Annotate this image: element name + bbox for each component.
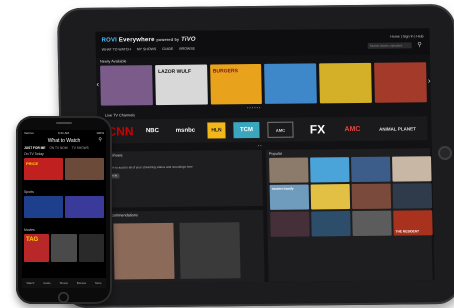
section-label: On TV Today bbox=[24, 152, 44, 156]
search-icon[interactable]: ⚲ bbox=[417, 41, 422, 48]
newly-available-row: LAZOR WULF BURGERS bbox=[100, 62, 427, 106]
battery-label: 100% bbox=[96, 131, 104, 135]
channel-logo[interactable]: msnbc bbox=[171, 123, 199, 139]
popular-grid: modern family THE RESIDENT bbox=[269, 156, 433, 237]
live-tv-label: Live TV Channels bbox=[105, 113, 136, 118]
channel-logo[interactable]: AMC bbox=[337, 121, 367, 137]
content-tile[interactable] bbox=[65, 158, 104, 180]
recommendations-panel: Recommendations bbox=[103, 209, 265, 284]
poster-tile[interactable]: BURGERS bbox=[209, 63, 263, 105]
poster-tile[interactable] bbox=[264, 63, 318, 104]
content-tile[interactable] bbox=[51, 234, 77, 262]
app-logo[interactable]: ROVI Everywhere powered by TiVO bbox=[101, 37, 195, 44]
content-tile[interactable] bbox=[78, 234, 104, 262]
poster-tile[interactable] bbox=[100, 65, 153, 106]
carrier-label: Verizon bbox=[24, 131, 35, 135]
logo-powered: powered by bbox=[156, 36, 180, 43]
nav-what-to-watch[interactable]: WHAT TO WATCH bbox=[102, 47, 131, 51]
content-tile[interactable] bbox=[65, 196, 104, 218]
my-shows-text: Sign in to access all of your streaming … bbox=[105, 164, 193, 170]
tabbar-item[interactable]: Watch bbox=[26, 281, 34, 285]
tab-just-for-me[interactable]: JUST FOR ME bbox=[24, 146, 45, 150]
carousel-dots: •••••• bbox=[246, 104, 262, 111]
poster-tile[interactable] bbox=[319, 62, 373, 104]
content-tile[interactable]: PRICE bbox=[24, 158, 63, 180]
tabbar-item[interactable]: Browse bbox=[77, 281, 86, 285]
content-row: TAG bbox=[24, 234, 104, 262]
speaker-grille bbox=[56, 122, 72, 124]
content-row bbox=[24, 196, 104, 218]
channel-logo[interactable]: FX bbox=[305, 121, 329, 137]
tablet-home-button[interactable] bbox=[437, 145, 453, 161]
content-tile[interactable]: TAG bbox=[24, 234, 50, 262]
popular-tile[interactable] bbox=[351, 183, 392, 210]
phone-screen: Verizon 9:41 AM 100% What to Watch ⚲ JUS… bbox=[22, 130, 106, 288]
logo-brand: ROVI bbox=[101, 37, 118, 44]
prev-arrow-icon[interactable]: ‹ bbox=[96, 80, 99, 89]
tabbar-item[interactable]: More bbox=[95, 281, 101, 285]
tab-tv-shows[interactable]: TV SHOWS bbox=[72, 146, 89, 150]
phone-page-title: What to Watch bbox=[47, 138, 81, 144]
popular-tile[interactable] bbox=[310, 157, 350, 183]
tabbar-item[interactable]: Shows bbox=[60, 281, 68, 285]
main-nav: WHAT TO WATCH MY SHOWS GUIDE BROWSE bbox=[102, 47, 195, 52]
popular-tile[interactable] bbox=[310, 184, 351, 210]
channel-logo[interactable]: HLN bbox=[207, 122, 226, 139]
clock-label: 9:41 AM bbox=[58, 131, 70, 135]
content-row: PRICE bbox=[24, 158, 104, 180]
channel-dots: •• bbox=[257, 142, 263, 149]
popular-tile[interactable] bbox=[352, 210, 392, 237]
phone-tab-bar: Watch Guide Shows Browse More bbox=[22, 278, 106, 288]
next-arrow-icon[interactable]: › bbox=[428, 76, 431, 85]
section-label: Sports bbox=[24, 190, 34, 194]
section-label: Movies bbox=[24, 228, 35, 232]
content-tile[interactable] bbox=[24, 196, 63, 218]
tablet-screen: ROVI Everywhere powered by TiVO Home | S… bbox=[95, 28, 435, 284]
phone-tabs: JUST FOR ME ON TV NOW TV SHOWS bbox=[24, 146, 89, 150]
popular-tile[interactable]: modern family bbox=[269, 184, 310, 210]
channel-logo[interactable]: TCM bbox=[233, 121, 260, 139]
nav-browse[interactable]: BROWSE bbox=[179, 47, 195, 51]
nav-guide[interactable]: GUIDE bbox=[162, 47, 173, 51]
logo-tivo: TiVO bbox=[180, 36, 196, 43]
recommendation-tile[interactable] bbox=[179, 222, 241, 279]
status-bar: Verizon 9:41 AM 100% bbox=[22, 130, 106, 136]
tab-on-tv-now[interactable]: ON TV NOW bbox=[49, 146, 67, 150]
tablet-device: ROVI Everywhere powered by TiVO Home | S… bbox=[56, 3, 454, 308]
popular-tile[interactable] bbox=[270, 211, 310, 237]
channel-logo[interactable]: NBC bbox=[141, 123, 163, 139]
my-shows-panel: My Shows Sign in to access all of your s… bbox=[101, 149, 264, 208]
top-links[interactable]: Home | Sign In | Help bbox=[390, 34, 423, 38]
phone-device: Verizon 9:41 AM 100% What to Watch ⚲ JUS… bbox=[16, 116, 112, 304]
logo-text: Everywhere bbox=[118, 37, 155, 44]
popular-tile[interactable] bbox=[311, 211, 351, 237]
popular-tile[interactable] bbox=[269, 157, 309, 183]
poster-tile[interactable]: LAZOR WULF bbox=[154, 64, 208, 106]
channel-logo[interactable]: AMC bbox=[267, 121, 294, 138]
newly-available-label: Newly Available bbox=[99, 59, 127, 64]
popular-title: Popular bbox=[268, 151, 283, 156]
poster-tile[interactable] bbox=[374, 62, 427, 103]
popular-tile[interactable]: THE RESIDENT bbox=[393, 210, 433, 236]
top-bar: ROVI Everywhere powered by TiVO Home | S… bbox=[95, 28, 430, 58]
popular-tile[interactable] bbox=[392, 156, 432, 182]
phone-search-icon[interactable]: ⚲ bbox=[98, 137, 102, 143]
popular-tile[interactable] bbox=[392, 183, 433, 209]
nav-my-shows[interactable]: MY SHOWS bbox=[137, 47, 156, 51]
search-input[interactable]: Search shows, episodes bbox=[367, 42, 412, 49]
popular-panel: Popular modern family THE RESIDENT bbox=[265, 148, 433, 282]
tabbar-item[interactable]: Guide bbox=[43, 281, 50, 285]
channel-logo-animal[interactable]: ANIMAL PLANET bbox=[373, 120, 421, 136]
phone-home-button[interactable] bbox=[58, 292, 69, 303]
popular-tile[interactable] bbox=[351, 156, 391, 183]
recommendation-tile[interactable] bbox=[113, 222, 175, 280]
